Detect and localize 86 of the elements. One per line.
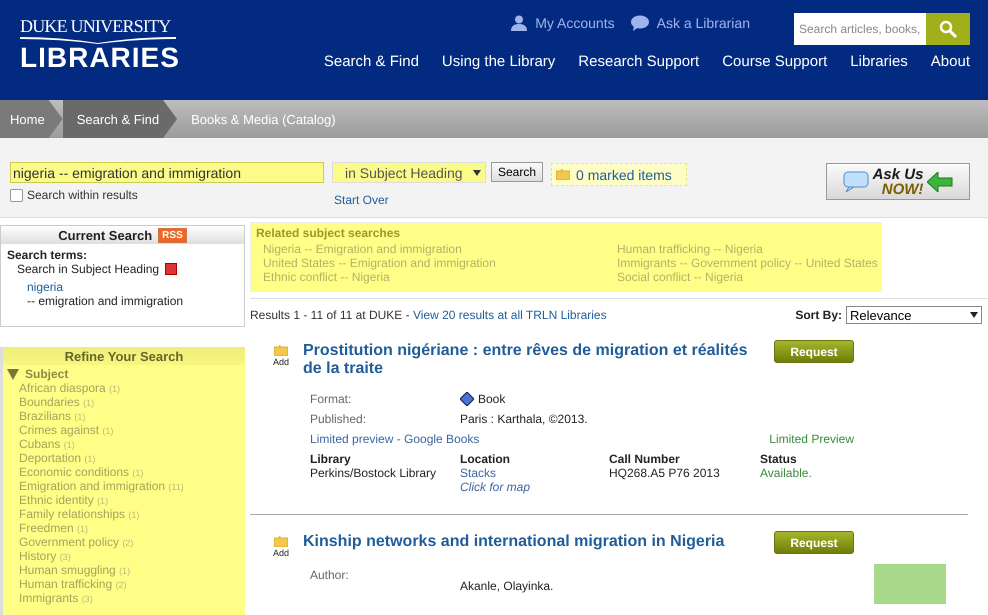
- facet-link[interactable]: Government policy (2): [3, 535, 245, 549]
- sort-label: Sort By:: [795, 308, 842, 322]
- caret-icon: [970, 312, 978, 318]
- nav-link[interactable]: About: [908, 53, 970, 70]
- call-number: HQ268.A5 P76 2013: [609, 466, 721, 482]
- search-submit-button[interactable]: Search: [491, 162, 544, 182]
- location-link[interactable]: Stacks: [460, 466, 609, 480]
- facet-link[interactable]: Human trafficking (2): [3, 577, 245, 591]
- book-icon: [460, 392, 474, 406]
- speech-bubble-icon: [842, 170, 869, 192]
- availability-status: Available.: [760, 466, 813, 482]
- folder-icon: [274, 345, 288, 356]
- panel-title: Current Search: [58, 228, 152, 242]
- request-button[interactable]: Request: [774, 531, 854, 554]
- facet-link[interactable]: African diaspora (1): [3, 381, 245, 395]
- folder-icon: [274, 536, 288, 547]
- add-to-marked-button[interactable]: Add: [270, 536, 292, 604]
- checkbox[interactable]: [10, 188, 23, 202]
- caret-icon: [473, 170, 481, 176]
- search-terms-label: Search terms:: [7, 248, 88, 262]
- result-title-link[interactable]: Prostitution nigériane : entre rêves de migration et réalités de la traite: [303, 342, 763, 378]
- facet-link[interactable]: Ethnic identity (1): [3, 493, 245, 507]
- marked-items-link[interactable]: 0 marked items: [551, 163, 687, 186]
- breadcrumb-link[interactable]: Home: [0, 100, 63, 138]
- search-term-link[interactable]: nigeria: [7, 280, 238, 294]
- facet-link[interactable]: Immigrants (3): [3, 591, 245, 605]
- panel-title: Refine Your Search: [3, 347, 245, 365]
- field-value: Paris : Karthala, ©2013.: [460, 412, 589, 426]
- breadcrumb-link[interactable]: Books & Media (Catalog): [177, 100, 354, 138]
- preview-status: Limited Preview: [769, 432, 854, 446]
- utility-link[interactable]: Ask a Librarian: [630, 13, 750, 31]
- result-title-link[interactable]: Kinship networks and international migration in Nigeria: [303, 533, 763, 551]
- holdings-header: Location: [460, 452, 511, 466]
- facet-link[interactable]: Family relationships (1): [3, 507, 245, 521]
- site-search-field[interactable]: Search articles, books,: [794, 13, 926, 45]
- ask-us-now-button[interactable]: Ask Us NOW!: [826, 163, 970, 200]
- holdings-header: Call Number: [609, 452, 681, 466]
- holdings-header: Status: [760, 452, 798, 466]
- trln-results-link[interactable]: View 20 results at all TRLN Libraries: [412, 308, 607, 322]
- facet-link[interactable]: Freedmen (1): [3, 521, 245, 535]
- rss-badge[interactable]: RSS: [158, 228, 187, 242]
- field-value: Akanle, Olayinka.: [460, 578, 554, 595]
- field-label: Format:: [310, 392, 352, 406]
- nav-link[interactable]: Search & Find: [300, 53, 419, 70]
- utility-link[interactable]: My Accounts: [511, 13, 615, 31]
- library-name: Perkins/Bostock Library: [310, 466, 438, 482]
- facet-link[interactable]: Crimes against (1): [3, 423, 245, 437]
- folder-icon: [556, 169, 570, 180]
- search-within-checkbox[interactable]: Search within results: [10, 188, 324, 202]
- person-icon: [511, 15, 528, 31]
- facet-link[interactable]: Economic conditions (1): [3, 465, 245, 479]
- sort-dropdown[interactable]: Relevance: [846, 306, 982, 324]
- facet-link[interactable]: History (3): [3, 549, 245, 563]
- facet-link[interactable]: Brazilians (1): [3, 409, 245, 423]
- start-over-link[interactable]: Start Over: [334, 193, 687, 207]
- facet-link[interactable]: Cubans (1): [3, 437, 245, 451]
- search-heading-text: Search in Subject Heading: [17, 262, 160, 276]
- holdings-header: Library: [310, 452, 352, 466]
- facet-link[interactable]: Emigration and immigration (11): [3, 479, 245, 493]
- arrow-left-icon: [927, 172, 954, 192]
- library-logo[interactable]: DUKE UNIVERSITY LIBRARIES: [20, 0, 180, 100]
- scope-dropdown[interactable]: in Subject Heading: [332, 162, 486, 183]
- facet-link[interactable]: Human smuggling (1): [3, 563, 245, 577]
- nav-link[interactable]: Libraries: [827, 53, 908, 70]
- related-title: Related subject searches: [256, 226, 402, 240]
- nav-link[interactable]: Using the Library: [418, 53, 556, 70]
- request-button[interactable]: Request: [774, 340, 854, 363]
- catalog-search-field[interactable]: nigeria -- emigration and immigration: [10, 162, 324, 183]
- results-summary: Results 1 - 11 of 11 at DUKE - View 20 results at all TRLN Libraries: [250, 308, 607, 322]
- nav-link[interactable]: Course Support: [699, 53, 828, 70]
- search-button[interactable]: [926, 13, 970, 45]
- search-icon: [939, 20, 957, 38]
- facet-toggle[interactable]: Subject: [3, 365, 245, 381]
- facet-link[interactable]: Boundaries (1): [3, 395, 245, 409]
- preview-link[interactable]: Limited preview - Google Books: [310, 432, 480, 446]
- search-term-text: -- emigration and immigration: [26, 294, 184, 308]
- nav-link[interactable]: Research Support: [555, 53, 700, 70]
- add-to-marked-button[interactable]: Add: [270, 345, 292, 494]
- field-label: Author:: [310, 568, 350, 584]
- chat-bubble-icon: [630, 15, 649, 31]
- remove-icon[interactable]: [165, 263, 178, 275]
- facet-link[interactable]: Deportation (1): [3, 451, 245, 465]
- field-label: Published:: [310, 412, 368, 426]
- field-value: Book: [460, 392, 968, 406]
- map-link[interactable]: Click for map: [460, 480, 609, 494]
- breadcrumb-link[interactable]: Search & Find: [62, 100, 178, 138]
